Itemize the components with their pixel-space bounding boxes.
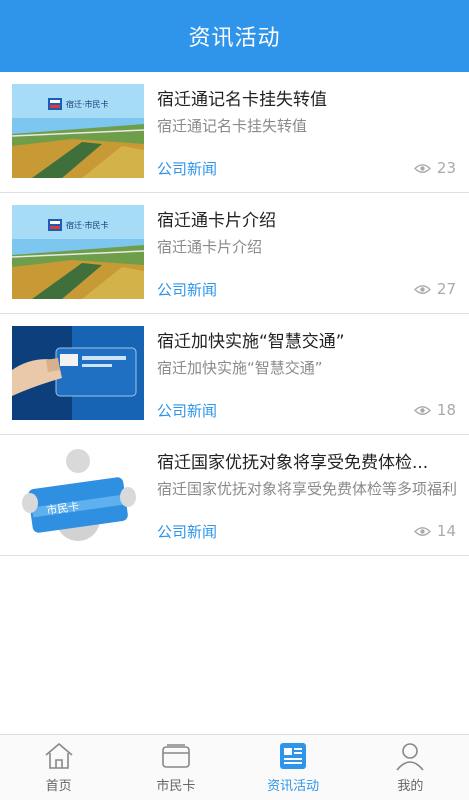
page-title: 资讯活动	[188, 26, 281, 51]
news-list: 宿迁·市民卡 宿迁通记名卡挂失转值 宿迁通记名卡挂失转值 公司新闻 23 宿迁·…	[0, 72, 469, 556]
tab-profile[interactable]: 我的	[352, 735, 469, 800]
news-thumbnail-citizen-card: 市民卡	[12, 447, 144, 541]
tab-label: 市民卡	[156, 779, 196, 794]
view-count: 18	[413, 401, 456, 419]
card-icon	[162, 744, 190, 768]
tab-home[interactable]: 首页	[0, 735, 117, 800]
view-count-value: 23	[436, 159, 456, 177]
view-count: 27	[413, 280, 456, 298]
news-summary: 宿迁通卡片介绍	[157, 238, 263, 256]
tab-news[interactable]: 资讯活动	[235, 735, 352, 800]
eye-icon	[413, 526, 431, 536]
bottom-tab-bar: 首页 市民卡 资讯活动 我的	[0, 734, 469, 800]
news-category[interactable]: 公司新闻	[157, 400, 217, 421]
eye-icon	[413, 405, 431, 415]
view-count: 23	[413, 159, 456, 177]
news-summary: 宿迁通记名卡挂失转值	[157, 117, 308, 135]
news-icon	[280, 743, 307, 769]
view-count: 14	[413, 522, 456, 540]
news-summary: 宿迁加快实施“智慧交通”	[157, 359, 323, 377]
view-count-value: 18	[436, 401, 456, 419]
news-thumbnail-aerial: 宿迁·市民卡	[12, 84, 144, 178]
tab-label: 资讯活动	[267, 779, 320, 794]
news-item[interactable]: 宿迁加快实施“智慧交通” 宿迁加快实施“智慧交通” 公司新闻 18	[0, 314, 469, 435]
news-item[interactable]: 市民卡 宿迁国家优抚对象将享受免费体检... 宿迁国家优抚对象将享受免费体检等多…	[0, 435, 469, 556]
tab-label: 首页	[45, 779, 72, 794]
thumb-brand-text: 宿迁·市民卡	[66, 220, 109, 230]
user-icon	[396, 743, 424, 771]
news-item[interactable]: 宿迁·市民卡 宿迁通记名卡挂失转值 宿迁通记名卡挂失转值 公司新闻 23	[0, 72, 469, 193]
news-category[interactable]: 公司新闻	[157, 158, 217, 179]
view-count-value: 14	[436, 522, 456, 540]
tab-citizen-card[interactable]: 市民卡	[117, 735, 234, 800]
news-item[interactable]: 宿迁·市民卡 宿迁通卡片介绍 宿迁通卡片介绍 公司新闻 27	[0, 193, 469, 314]
eye-icon	[413, 163, 431, 173]
thumb-brand-text: 宿迁·市民卡	[66, 99, 109, 109]
news-thumbnail-aerial: 宿迁·市民卡	[12, 205, 144, 299]
news-thumbnail-card-hand	[12, 326, 144, 420]
news-title[interactable]: 宿迁通卡片介绍	[157, 206, 447, 231]
news-title[interactable]: 宿迁国家优抚对象将享受免费体检...	[157, 448, 447, 473]
news-category[interactable]: 公司新闻	[157, 521, 217, 542]
tab-label: 我的	[397, 779, 424, 794]
news-category[interactable]: 公司新闻	[157, 279, 217, 300]
home-icon	[45, 743, 73, 769]
view-count-value: 27	[436, 280, 456, 298]
news-title[interactable]: 宿迁加快实施“智慧交通”	[157, 327, 447, 352]
top-bar: 资讯活动	[0, 0, 469, 72]
eye-icon	[413, 284, 431, 294]
news-summary: 宿迁国家优抚对象将享受免费体检等多项福利	[157, 480, 457, 498]
news-title[interactable]: 宿迁通记名卡挂失转值	[157, 85, 447, 110]
